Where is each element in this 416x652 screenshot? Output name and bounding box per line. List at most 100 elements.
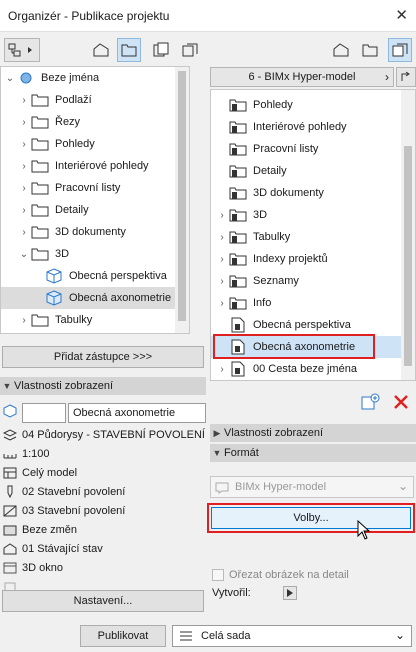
tree-item[interactable]: Interiérové pohledy — [211, 116, 415, 138]
tree-item[interactable]: › Seznamy — [211, 270, 415, 292]
chevron-right-icon[interactable]: › — [215, 210, 229, 221]
add-view-icon[interactable] — [360, 393, 382, 411]
chevron-right-icon[interactable]: › — [17, 139, 31, 150]
section-title: Vlastnosti zobrazení — [224, 427, 324, 439]
right-tree-scrollbar[interactable] — [401, 90, 415, 380]
section-title: Vlastnosti zobrazení — [14, 380, 114, 392]
doc-icon — [229, 361, 247, 377]
chevron-right-icon[interactable]: › — [215, 276, 229, 287]
settings-button[interactable]: Nastavení... — [2, 590, 204, 612]
tree-options-button[interactable] — [4, 38, 40, 62]
play-icon[interactable] — [283, 586, 297, 600]
house-icon — [2, 542, 18, 556]
tree-item-label: 3D dokumenty — [55, 226, 126, 238]
renovation-filter-row[interactable]: Beze změn — [2, 520, 77, 539]
triangle-right-icon: ▶ — [213, 427, 221, 438]
project-map-tab[interactable] — [329, 38, 353, 62]
view-map-tab[interactable] — [117, 38, 141, 62]
chevron-right-icon[interactable]: › — [215, 298, 229, 309]
tree-item[interactable]: › Indexy projektů — [211, 248, 415, 270]
folder-doc-icon — [229, 185, 247, 201]
layers-icon — [2, 428, 18, 442]
chevron-right-icon[interactable]: › — [17, 227, 31, 238]
publish-scope-dropdown[interactable]: Celá sada ⌄ — [172, 625, 412, 647]
tree-item[interactable]: › Řezy — [1, 111, 189, 133]
publisher-sets-tab[interactable] — [178, 38, 202, 62]
tree-item[interactable]: Obecná perspektiva — [211, 314, 415, 336]
tree-item[interactable]: Pracovní listy — [211, 138, 415, 160]
chevron-right-icon[interactable]: › — [215, 232, 229, 243]
folder-doc-icon — [229, 207, 247, 223]
model-icon — [2, 466, 18, 480]
layout-book-tab[interactable] — [149, 38, 173, 62]
layer-combination-row[interactable]: 04 Půdorysy - STAVEBNÍ POVOLENÍ — [2, 425, 205, 444]
left-tree-scrollbar[interactable] — [175, 67, 189, 333]
chevron-right-icon[interactable]: › — [215, 364, 229, 375]
folder-icon — [31, 180, 49, 196]
right-view-properties-header[interactable]: ▶ Vlastnosti zobrazení — [210, 424, 416, 442]
graphic-override-row[interactable]: 03 Stavební povolení — [2, 501, 125, 520]
pen-set-row[interactable]: 02 Stavební povolení — [2, 482, 125, 501]
format-dropdown[interactable]: BIMx Hyper-model ⌄ — [210, 476, 414, 498]
add-placeholder-button[interactable]: Přidat zástupce >>> — [2, 346, 204, 368]
tree-item[interactable]: › Info — [211, 292, 415, 314]
tree-item[interactable]: Detaily — [211, 160, 415, 182]
chevron-right-icon[interactable]: › — [17, 117, 31, 128]
chevron-right-icon[interactable]: › — [17, 205, 31, 216]
format-header[interactable]: ▼ Formát — [210, 444, 416, 462]
view-map-tree[interactable]: ⌄ Beze jména › Podlaží › Řezy › Pohledy › Int… — [0, 66, 190, 334]
tree-item[interactable]: ⌄ 3D — [1, 243, 189, 265]
window-type-row[interactable]: 3D okno — [2, 558, 63, 577]
folder-doc-icon — [229, 119, 247, 135]
publish-button[interactable]: Publikovat — [80, 625, 166, 647]
folder-icon — [31, 246, 49, 262]
publisher-set-name: 6 - BIMx Hyper-model — [248, 71, 356, 83]
tree-item[interactable]: › Pracovní listy — [1, 177, 189, 199]
view-name-field[interactable]: Obecná axonometrie — [68, 403, 206, 423]
tree-item-label: Pracovní listy — [253, 143, 319, 155]
close-icon[interactable]: ✕ — [395, 6, 408, 24]
tree-item[interactable]: › Pohledy — [1, 133, 189, 155]
view-properties-header[interactable]: ▼ Vlastnosti zobrazení — [0, 377, 206, 395]
tree-item-label: Interiérové pohledy — [253, 121, 347, 133]
tree-item[interactable]: › Interiérové pohledy — [1, 155, 189, 177]
model-view-row[interactable]: Celý model — [2, 463, 77, 482]
options-button[interactable]: Volby... — [211, 507, 411, 529]
tree-item[interactable]: ⌄ Beze jména — [1, 67, 189, 89]
view-id-field[interactable] — [22, 403, 66, 423]
project-map-tab[interactable] — [89, 38, 113, 62]
chevron-right-icon[interactable]: › — [17, 315, 31, 326]
crop-to-detail-checkbox[interactable] — [212, 569, 224, 581]
tree-item[interactable]: › Tabulky — [211, 226, 415, 248]
tree-item[interactable]: › 00 Cesta beze jména — [211, 358, 415, 380]
tree-item[interactable]: Obecná perspektiva — [1, 265, 189, 287]
prop-label: Beze změn — [22, 523, 78, 536]
chevron-down-icon[interactable]: ⌄ — [17, 249, 31, 260]
tree-item-label: Detaily — [253, 165, 287, 177]
chevron-right-icon[interactable]: › — [215, 254, 229, 265]
format-value: BIMx Hyper-model — [235, 481, 327, 493]
tree-item[interactable]: › Podlaží — [1, 89, 189, 111]
structure-display-row[interactable]: 01 Stávající stav — [2, 539, 103, 558]
tree-item[interactable]: › Tabulky — [1, 309, 189, 331]
chevron-down-icon[interactable]: ⌄ — [3, 73, 17, 84]
tree-item-label: Detaily — [55, 204, 89, 216]
tree-item[interactable]: 3D dokumenty — [211, 182, 415, 204]
publisher-set-selector[interactable]: 6 - BIMx Hyper-model › — [210, 67, 394, 87]
tree-item[interactable]: › 3D dokumenty — [1, 221, 189, 243]
chevron-right-icon[interactable]: › — [17, 161, 31, 172]
tree-item[interactable]: › Detaily — [1, 199, 189, 221]
chevron-right-icon[interactable]: › — [17, 183, 31, 194]
tree-item[interactable]: Pohledy — [211, 94, 415, 116]
tree-item[interactable]: › 3D — [211, 204, 415, 226]
up-level-icon[interactable] — [396, 67, 416, 87]
folder-doc-icon — [229, 97, 247, 113]
delete-icon[interactable] — [392, 393, 410, 411]
publisher-set-tree[interactable]: Pohledy Interiérové pohledy Pracovní lis… — [210, 89, 416, 381]
folder-doc-icon — [229, 251, 247, 267]
view-map-tab[interactable] — [358, 38, 382, 62]
scale-row[interactable]: 1:100 — [2, 444, 50, 463]
chevron-right-icon[interactable]: › — [17, 95, 31, 106]
publisher-sets-tab[interactable] — [388, 38, 412, 62]
tree-item-selected[interactable]: Obecná axonometrie — [1, 287, 189, 309]
